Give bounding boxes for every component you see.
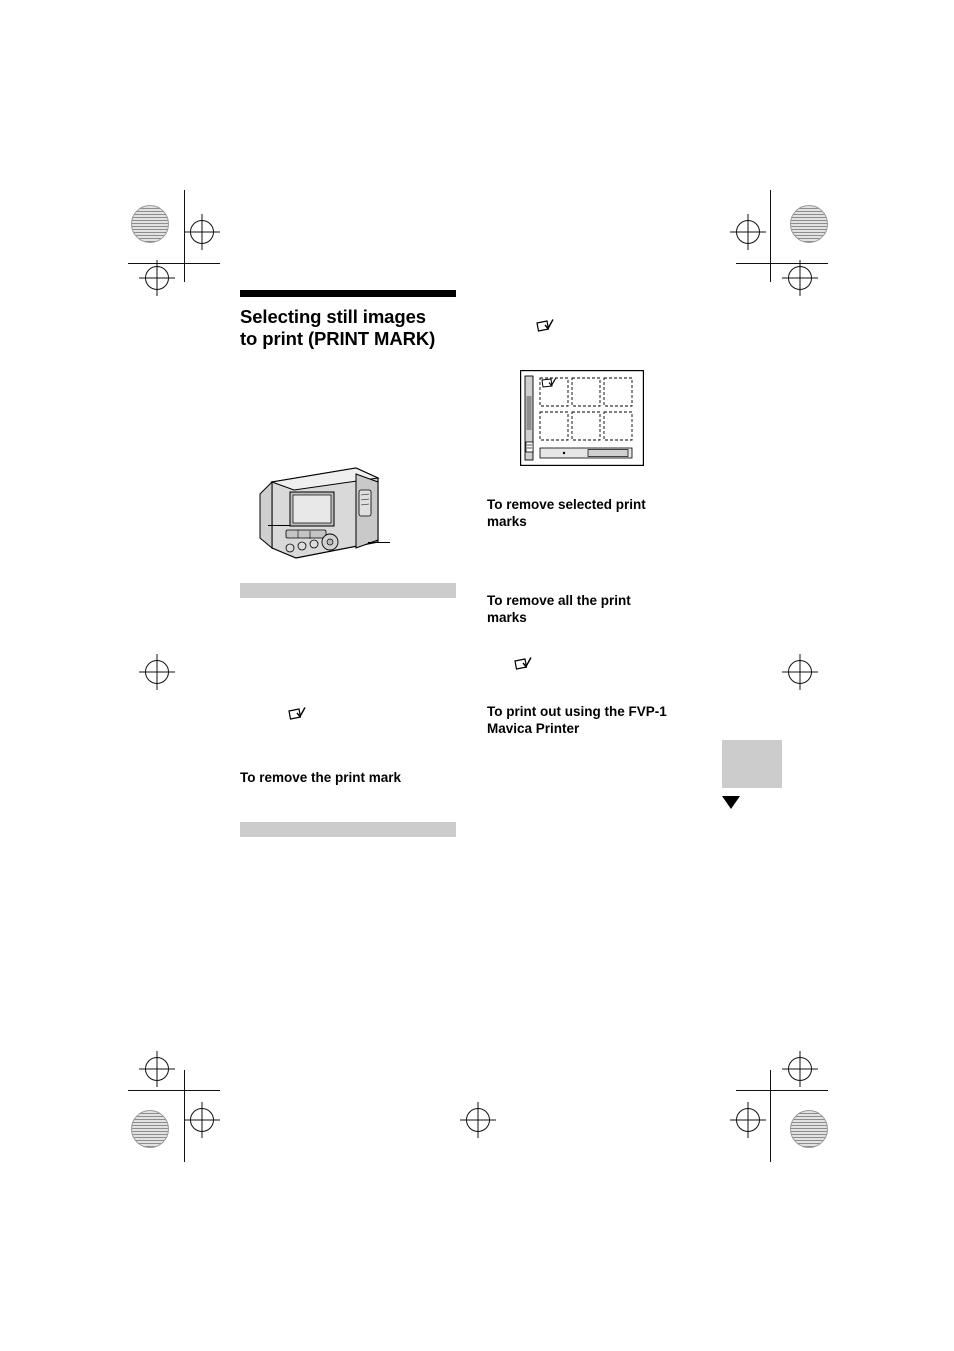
heading-remove-print-mark: To remove the print mark bbox=[240, 770, 402, 785]
registration-target-right-lower bbox=[788, 1057, 812, 1081]
page-title: Selecting still images to print (PRINT M… bbox=[240, 306, 456, 350]
registration-circle-top-right bbox=[790, 205, 828, 243]
heading-print-out-line1: To print out using the FVP-1 bbox=[487, 704, 667, 719]
heading-remove-all-line2: marks bbox=[487, 610, 527, 625]
registration-target-left-upper bbox=[145, 266, 169, 290]
crop-mark-vertical-bl bbox=[184, 1070, 185, 1162]
page-title-line2: to print (PRINT MARK) bbox=[240, 328, 436, 349]
lcd-index-screen-illustration bbox=[519, 369, 645, 467]
heading-remove-selected-line2: marks bbox=[487, 514, 527, 529]
memo-note-icon-right-top bbox=[536, 319, 554, 339]
registration-circle-bottom-left bbox=[131, 1110, 169, 1148]
registration-circle-top-left bbox=[131, 205, 169, 243]
camera-illustration bbox=[258, 460, 388, 570]
registration-target-bottom-left bbox=[190, 1108, 214, 1132]
memo-note-icon-right-bottom bbox=[514, 657, 532, 677]
page-edge-tab bbox=[722, 740, 782, 788]
left-column: Selecting still images to print (PRINT M… bbox=[240, 290, 456, 350]
registration-target-right-middle bbox=[788, 660, 812, 684]
crop-mark-horizontal-tr bbox=[736, 263, 828, 264]
registration-target-bottom-right bbox=[736, 1108, 760, 1132]
heading-remove-all-print-marks: To remove all the print marks bbox=[487, 592, 717, 626]
gray-bar-lower bbox=[240, 822, 456, 837]
heading-print-out-line2: Mavica Printer bbox=[487, 721, 580, 736]
camera-callout-right bbox=[368, 542, 390, 543]
heading-remove-all-line1: To remove all the print bbox=[487, 593, 631, 608]
registration-target-left-lower bbox=[145, 1057, 169, 1081]
registration-target-top-right bbox=[736, 220, 760, 244]
camera-callout-left bbox=[268, 525, 290, 526]
registration-target-bottom-center bbox=[466, 1108, 490, 1132]
continue-arrow-icon bbox=[722, 796, 740, 809]
heading-remove-selected-line1: To remove selected print bbox=[487, 497, 646, 512]
gray-bar-upper bbox=[240, 583, 456, 598]
memo-note-icon-left bbox=[288, 707, 306, 727]
registration-circle-bottom-right bbox=[790, 1110, 828, 1148]
registration-target-left-middle bbox=[145, 660, 169, 684]
registration-target-top-left bbox=[190, 220, 214, 244]
crop-mark-vertical-tl bbox=[184, 190, 185, 282]
crop-mark-horizontal-tl bbox=[128, 263, 220, 264]
heading-remove-selected-print-marks: To remove selected print marks bbox=[487, 496, 717, 530]
crop-mark-horizontal-br bbox=[736, 1090, 828, 1091]
page-title-line1: Selecting still images bbox=[240, 306, 426, 327]
heading-print-out-fvp1: To print out using the FVP-1 Mavica Prin… bbox=[487, 703, 727, 737]
registration-target-right-upper bbox=[788, 266, 812, 290]
crop-mark-horizontal-bl bbox=[128, 1090, 220, 1091]
crop-mark-vertical-tr bbox=[770, 190, 771, 282]
crop-mark-vertical-br bbox=[770, 1070, 771, 1162]
title-rule bbox=[240, 290, 456, 297]
